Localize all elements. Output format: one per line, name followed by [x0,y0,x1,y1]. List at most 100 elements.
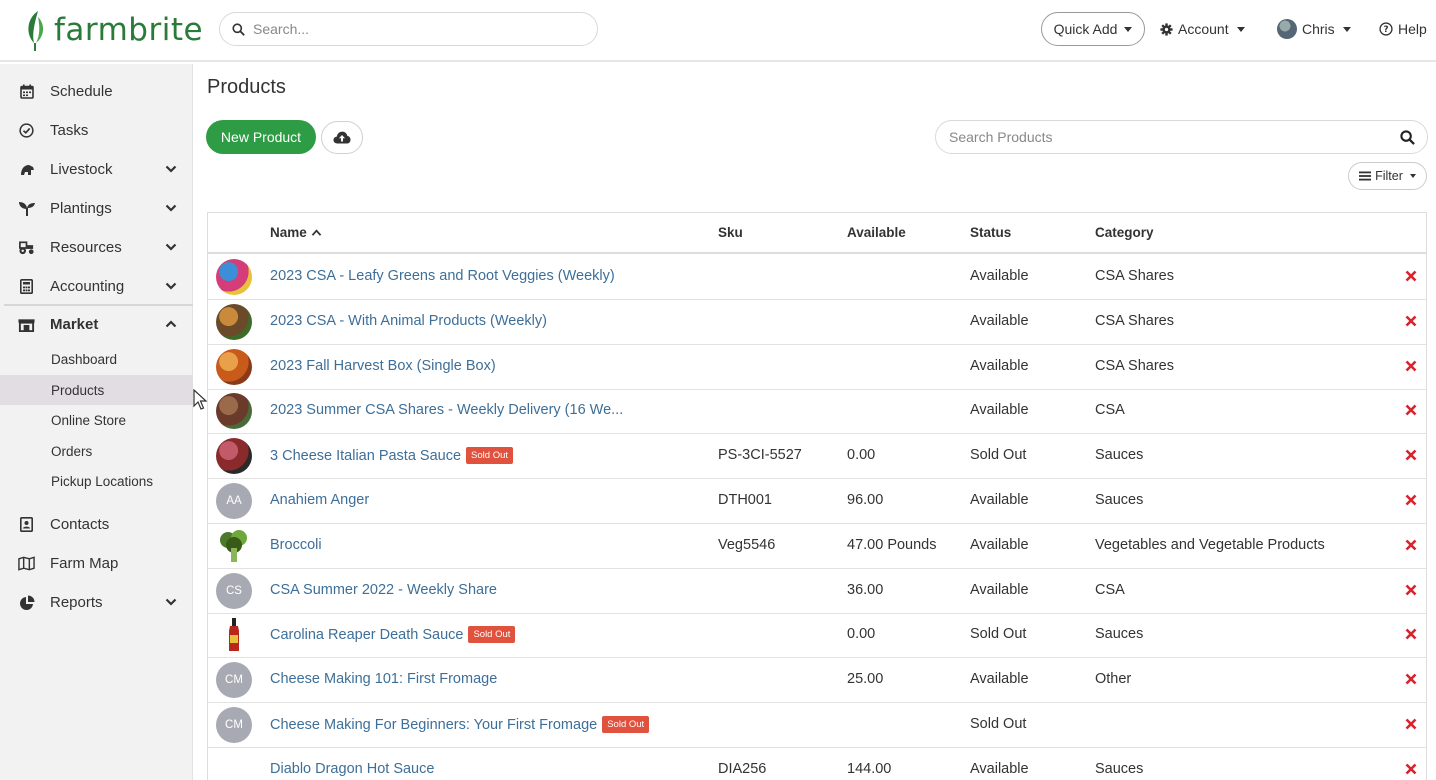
delete-x-icon[interactable] [1404,493,1418,507]
column-header-available[interactable]: Available [847,225,906,240]
delete-x-icon[interactable] [1404,448,1418,462]
map-icon [18,555,35,572]
filter-button[interactable]: Filter [1348,162,1427,190]
search-icon[interactable] [1400,130,1415,145]
delete-x-icon[interactable] [1404,314,1418,328]
delete-x-icon[interactable] [1404,672,1418,686]
chevron-up-icon [165,320,177,328]
chevron-down-icon [165,598,177,606]
table-row: CS CSA Summer 2022 - Weekly Share 36.00 Ava… [208,569,1426,614]
product-search-input[interactable] [949,129,1389,145]
available-cell: 25.00 [847,671,884,688]
product-name-link[interactable]: Carolina Reaper Death Sauce [270,627,463,643]
status-cell: Available [970,312,1029,329]
status-cell: Sold Out [970,626,1027,643]
product-initials-avatar: CM [216,662,252,699]
column-header-sku[interactable]: Sku [718,225,743,240]
account-menu[interactable]: Account [1160,12,1245,46]
sidebar-subitem-pickup-locations[interactable]: Pickup Locations [0,466,193,496]
quick-add-button[interactable]: Quick Add [1041,12,1145,46]
products-table: Name Sku Available Status Category 2023 … [207,212,1427,780]
product-name-link[interactable]: Anahiem Anger [270,492,369,508]
column-header-status[interactable]: Status [970,225,1011,240]
category-cell: Other [1095,671,1132,688]
delete-x-icon[interactable] [1404,359,1418,373]
import-upload-button[interactable] [321,121,363,154]
status-cell: Available [970,402,1029,419]
category-cell: CSA Shares [1095,312,1174,329]
account-label: Account [1178,21,1229,37]
sidebar-subitem-dashboard[interactable]: Dashboard [0,344,193,374]
sort-ascending-icon [311,229,321,236]
column-header-name[interactable]: Name [270,225,322,240]
available-cell: 36.00 [847,581,884,598]
table-row: Diablo Dragon Hot Sauce DIA256 144.00 Avail… [208,748,1426,780]
available-cell: 96.00 [847,492,884,508]
user-menu[interactable]: Chris [1277,12,1351,46]
delete-x-icon[interactable] [1404,627,1418,641]
product-name-link[interactable]: 3 Cheese Italian Pasta Sauce [270,448,461,464]
sidebar-item-farm-map[interactable]: Farm Map [0,544,193,582]
available-cell: 0.00 [847,447,876,464]
product-thumbnail [216,393,252,430]
column-header-category[interactable]: Category [1095,225,1154,240]
product-name-link[interactable]: CSA Summer 2022 - Weekly Share [270,582,497,598]
sidebar-item-reports[interactable]: Reports [0,583,193,621]
help-link[interactable]: ? Help [1379,12,1427,46]
product-name-cell: CSA Summer 2022 - Weekly Share [270,582,497,598]
sku-cell: DIA256 [718,760,767,777]
caret-down-icon [1124,26,1133,32]
global-search-input[interactable] [253,21,573,37]
search-icon [232,22,245,36]
product-name-link[interactable]: 2023 CSA - With Animal Products (Weekly) [270,313,547,329]
table-row: Carolina Reaper Death Sauce Sold Out 0.00 S… [208,613,1426,659]
delete-x-icon[interactable] [1404,403,1418,417]
sidebar-item-livestock[interactable]: Livestock [0,150,193,188]
leaf-logo-icon [28,11,44,51]
sidebar-item-accounting[interactable]: Accounting [0,267,193,305]
sidebar-item-tasks[interactable]: Tasks [0,111,193,149]
sold-out-badge: Sold Out [466,447,514,465]
product-name-link[interactable]: 2023 CSA - Leafy Greens and Root Veggies… [270,268,615,284]
product-name-link[interactable]: Diablo Dragon Hot Sauce [270,761,434,777]
product-name-link[interactable]: Cheese Making 101: First Fromage [270,671,497,687]
check-circle-icon [18,122,35,139]
product-name-cell: Cheese Making For Beginners: Your First … [270,716,650,733]
category-cell: CSA [1095,402,1125,419]
product-thumbnail [216,528,252,564]
product-name-link[interactable]: Broccoli [270,537,322,553]
sidebar-subitem-orders[interactable]: Orders [0,436,193,466]
status-cell: Available [970,671,1029,688]
product-initials-avatar: CM [216,707,252,743]
delete-x-icon[interactable] [1404,538,1418,552]
product-search[interactable] [935,120,1428,154]
sidebar-item-contacts[interactable]: Contacts [0,505,193,543]
product-name-link[interactable]: Cheese Making For Beginners: Your First … [270,717,597,733]
delete-x-icon[interactable] [1404,269,1418,283]
caret-down-icon [1409,174,1416,178]
sidebar-item-plantings[interactable]: Plantings [0,189,193,227]
delete-x-icon[interactable] [1404,583,1418,597]
available-cell: 144.00 [847,760,892,777]
pie-chart-icon [18,594,35,611]
product-name-cell: 2023 CSA - Leafy Greens and Root Veggies… [270,268,615,284]
delete-x-icon[interactable] [1404,717,1418,731]
new-product-button[interactable]: New Product [206,120,316,154]
product-name-link[interactable]: 2023 Fall Harvest Box (Single Box) [270,358,496,374]
farmbrite-logo[interactable]: farmbrite [24,8,203,52]
sidebar-item-resources[interactable]: Resources [0,228,193,266]
user-avatar [1277,19,1297,39]
product-name-cell: Diablo Dragon Hot Sauce [270,761,434,777]
sidebar-subitem-online-store[interactable]: Online Store [0,405,193,435]
sidebar-item-market[interactable]: Market [0,305,193,343]
chevron-down-icon [165,165,177,173]
table-row: 2023 CSA - With Animal Products (Weekly)… [208,300,1426,345]
delete-x-icon[interactable] [1404,762,1418,776]
product-name-link[interactable]: 2023 Summer CSA Shares - Weekly Delivery… [270,402,623,418]
sidebar-subitem-products[interactable]: Products [0,375,193,405]
sidebar-item-schedule[interactable]: Schedule [0,72,193,110]
page-title: Products [207,76,286,98]
category-cell: CSA Shares [1095,268,1174,284]
status-cell: Available [970,760,1029,777]
global-search[interactable] [219,12,598,46]
